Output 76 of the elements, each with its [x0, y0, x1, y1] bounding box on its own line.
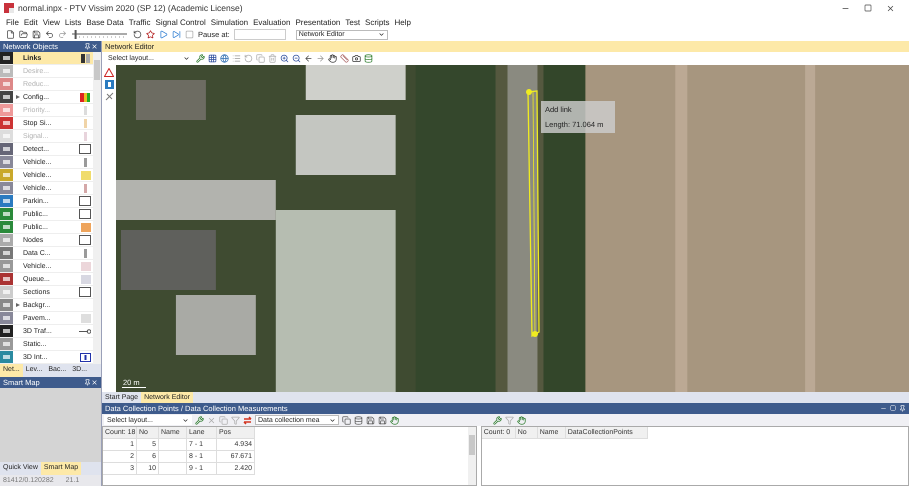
signal-colors-icon [79, 92, 91, 102]
hand-icon[interactable] [328, 54, 337, 63]
outline-swatch [79, 235, 91, 245]
outline-swatch [79, 209, 91, 219]
copy-icon[interactable] [342, 416, 351, 424]
dropdown-caret-icon[interactable] [183, 55, 190, 62]
menu-item[interactable]: Lists [64, 18, 82, 26]
new-file-icon[interactable] [6, 30, 15, 39]
pause-field[interactable] [234, 29, 286, 40]
minimize-icon[interactable] [880, 405, 887, 412]
wrench-icon[interactable] [195, 416, 204, 424]
save-icon[interactable] [32, 30, 41, 39]
menu-item[interactable]: Traffic [128, 18, 150, 26]
table-cell [159, 463, 187, 475]
menu-item[interactable]: Base Data [86, 18, 124, 26]
sync-icon[interactable] [243, 416, 252, 424]
parking-icon[interactable] [104, 80, 114, 89]
dropdown-caret-icon[interactable] [378, 31, 385, 38]
save-as-icon[interactable] [378, 416, 387, 424]
forward-icon[interactable] [316, 54, 325, 63]
line-style-icon [79, 54, 91, 62]
outline-swatch [79, 196, 91, 206]
redo-icon[interactable] [58, 30, 67, 39]
star-icon[interactable] [146, 30, 155, 39]
arrow-line-icon [79, 328, 91, 334]
menu-item[interactable]: Simulation [210, 18, 248, 26]
menu-item[interactable]: View [42, 18, 60, 26]
save-icon[interactable] [366, 416, 375, 424]
menu-item[interactable]: Signal Control [155, 18, 206, 26]
dropdown-caret-icon[interactable] [329, 416, 336, 424]
menu-item[interactable]: Presentation [295, 18, 340, 26]
menu-item[interactable]: Scripts [365, 18, 390, 26]
open-folder-icon[interactable] [19, 30, 28, 39]
expand-icon[interactable] [15, 302, 21, 308]
pin-icon[interactable] [899, 405, 906, 412]
undo-icon[interactable] [45, 30, 54, 39]
outline-swatch [79, 287, 91, 297]
zoom-in-icon[interactable] [280, 54, 289, 63]
app-logo [4, 3, 14, 13]
pin-icon[interactable] [84, 43, 91, 50]
dropdown-caret-icon[interactable] [182, 416, 189, 424]
menu-item[interactable]: Evaluation [253, 18, 290, 26]
speed-slider[interactable] [71, 30, 129, 39]
table-cell [159, 451, 187, 463]
globe-icon[interactable] [220, 54, 229, 63]
outline-swatch [79, 144, 91, 154]
scrollbar[interactable] [93, 52, 101, 364]
warning-icon[interactable] [104, 68, 114, 77]
table-cell [159, 439, 187, 451]
ruler-icon[interactable] [340, 54, 349, 63]
tool-icon[interactable] [104, 92, 114, 101]
window-title: normal.inpx - PTV Vissim 2020 (SP 12) (Academic License) [18, 3, 244, 13]
list-icon[interactable] [232, 54, 241, 63]
maximize-icon[interactable] [864, 4, 872, 12]
menu-item[interactable]: Help [394, 18, 411, 26]
wrench-icon[interactable] [493, 416, 502, 424]
reset-icon[interactable] [133, 30, 142, 39]
link-drawing[interactable] [524, 88, 542, 340]
scrollbar[interactable] [468, 427, 476, 485]
info-icon [80, 352, 91, 362]
zoom-out-icon[interactable] [292, 54, 301, 63]
play-icon[interactable] [159, 30, 168, 39]
back-icon[interactable] [304, 54, 313, 63]
menu-item[interactable]: Edit [24, 18, 38, 26]
step-icon[interactable] [172, 30, 181, 39]
expand-icon[interactable] [15, 94, 21, 100]
close-icon[interactable] [886, 4, 895, 12]
pin-icon[interactable] [84, 379, 91, 386]
menu-item[interactable]: Test [345, 18, 360, 26]
database-icon[interactable] [354, 416, 363, 424]
grid-icon[interactable] [208, 54, 217, 63]
camera-icon[interactable] [352, 54, 361, 63]
menu-item[interactable]: File [6, 18, 19, 26]
object-type-icon [0, 52, 13, 64]
database-icon[interactable] [364, 54, 373, 63]
wrench-icon[interactable] [196, 54, 205, 63]
